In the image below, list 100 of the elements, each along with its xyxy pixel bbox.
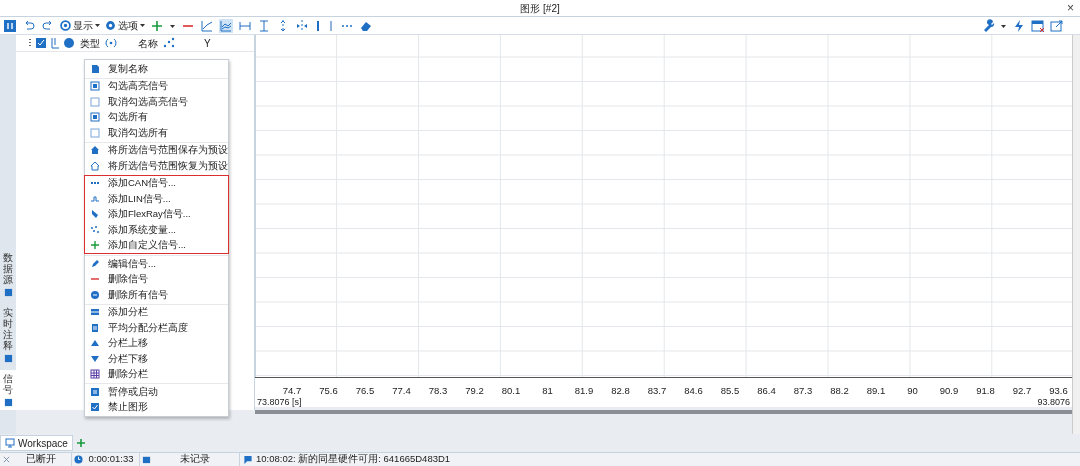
menu-item[interactable]: 取消勾选所有 <box>85 125 228 141</box>
home-icon <box>90 145 100 156</box>
tab-icon <box>3 398 13 407</box>
plus-icon <box>90 240 100 251</box>
menu-item[interactable]: 分栏下移 <box>85 351 228 367</box>
axis-tick-label: 75.6 <box>319 384 338 398</box>
axis-tick-label: 87.3 <box>793 384 813 398</box>
grid-icon <box>90 369 100 380</box>
side-tab[interactable]: 实时注释 <box>0 304 16 366</box>
menu-item[interactable]: 将所选信号范围恢复为预设 <box>85 158 228 174</box>
menu-item[interactable]: 添加LIN信号... <box>85 191 228 207</box>
axis-tick-label: 86.4 <box>757 384 776 398</box>
clock-icon <box>74 455 83 464</box>
scatter-icon[interactable] <box>162 36 176 50</box>
menu-item[interactable]: 勾选高亮信号 <box>85 78 228 94</box>
lightning-icon[interactable] <box>1012 18 1026 33</box>
export-icon[interactable] <box>1050 18 1064 33</box>
flag-icon <box>243 455 253 464</box>
pencil-icon <box>90 258 100 269</box>
axis-tick-label: 79.2 <box>465 384 484 398</box>
menu-item[interactable]: 添加系统变量... <box>85 222 228 238</box>
status-cell: 0:00:01:33 <box>72 453 140 466</box>
menu-item[interactable]: 删除信号 <box>85 271 228 287</box>
plus-icon[interactable] <box>150 18 164 33</box>
menu-item[interactable]: 禁止图形 <box>85 399 228 415</box>
window-title: 图形 [#2] <box>520 1 560 16</box>
axis-start-label: 73.8076 [s] <box>257 396 302 409</box>
axis-tick-label: 78.3 <box>428 384 448 398</box>
column-header[interactable]: Y <box>204 35 211 51</box>
menu-item[interactable]: 平均分配分栏高度 <box>85 320 228 336</box>
axis-tick-label: 85.5 <box>720 384 740 398</box>
pause-icon[interactable] <box>3 18 17 33</box>
axis-tick-label: 90.9 <box>939 384 959 398</box>
menu-item[interactable]: 将所选信号范围保存为预设 <box>85 142 228 158</box>
vertical-scrollbar[interactable] <box>1072 35 1080 434</box>
checkbox-icon <box>90 81 100 92</box>
wave-icon <box>90 193 100 204</box>
signal-icon[interactable] <box>104 36 118 50</box>
chart-icon[interactable] <box>200 18 214 33</box>
axis-tick-label: 91.8 <box>976 384 995 398</box>
axis-tick-label: 81 <box>542 384 553 398</box>
pane-icon <box>90 307 100 318</box>
status-cell: 未记录 <box>140 453 240 466</box>
menu-item[interactable]: 暂停或启动 <box>85 384 228 400</box>
monitor-icon <box>5 438 15 448</box>
plus-icon[interactable] <box>75 438 86 448</box>
gear-icon <box>105 20 116 31</box>
status-cell: 10:08:02: 新的同星硬件可用: 641665D483D1 <box>240 453 1080 466</box>
menu-item[interactable]: 勾选所有 <box>85 109 228 125</box>
up-triangle-icon <box>90 338 100 349</box>
side-tab[interactable]: 信号 <box>0 370 16 410</box>
axis-tick-label: 81.9 <box>574 384 594 398</box>
eye-icon <box>60 20 71 31</box>
menu-item[interactable]: 添加FlexRay信号... <box>85 206 228 222</box>
menu-item[interactable]: 编辑信号... <box>85 256 228 272</box>
tab-icon <box>3 354 13 363</box>
menu-item[interactable]: 添加分栏 <box>85 304 228 320</box>
menu-item[interactable]: 删除所有信号 <box>85 287 228 303</box>
axis-tick-label: 88.2 <box>830 384 849 398</box>
menu-item[interactable]: 添加自定义信号... <box>85 237 228 253</box>
axis-tick-label: 90 <box>907 384 918 398</box>
checkbox-icon <box>90 96 100 107</box>
workspace-tab[interactable]: Workspace <box>0 435 73 451</box>
pause-icon <box>90 386 100 397</box>
window-close-icon[interactable] <box>1031 18 1045 33</box>
axis-tick-label: 74.7 <box>282 384 302 398</box>
axis-tick-label: 92.7 <box>1012 384 1032 398</box>
axis-tick-label: 93.6 <box>1049 384 1068 398</box>
home-icon <box>90 160 100 171</box>
side-tab[interactable]: 数据源 <box>0 249 16 300</box>
menu-item[interactable]: 取消勾选高亮信号 <box>85 94 228 110</box>
cursor-icon[interactable] <box>295 18 309 33</box>
display-menu-button[interactable]: 显示 <box>60 18 100 33</box>
record-icon <box>142 455 151 464</box>
dots-icon <box>90 224 100 235</box>
scrollbar[interactable] <box>255 410 1072 414</box>
checkbox-icon[interactable] <box>36 36 46 50</box>
checkbox-icon <box>90 112 100 123</box>
pane-icon <box>90 322 100 333</box>
column-header[interactable]: 类型 <box>80 35 100 51</box>
caret-icon <box>140 24 145 27</box>
axis-tick-label: 89.1 <box>866 384 886 398</box>
close-button[interactable]: × <box>1067 0 1074 16</box>
menu-item[interactable]: 复制名称 <box>85 61 228 77</box>
axis-end-label: 93.8076 <box>1037 396 1070 409</box>
copy-icon <box>90 63 100 74</box>
axis-tick-label: 82.8 <box>611 384 630 398</box>
options-menu-button[interactable]: 选项 <box>105 18 145 33</box>
tab-icon <box>3 288 13 297</box>
column-header[interactable]: 名称 <box>138 35 158 51</box>
remove-icon <box>90 289 100 300</box>
menu-item[interactable]: 分栏上移 <box>85 335 228 351</box>
menu-item[interactable]: 删除分栏 <box>85 366 228 382</box>
down-triangle-icon <box>90 353 100 364</box>
chart-icon[interactable] <box>219 18 233 33</box>
bar-icon[interactable] <box>314 18 322 33</box>
axis-tick-label: 77.4 <box>392 384 411 398</box>
axis-tick-label: 83.7 <box>647 384 667 398</box>
menu-item[interactable]: 添加CAN信号... <box>85 175 228 191</box>
axis-tick-label: 76.5 <box>355 384 375 398</box>
